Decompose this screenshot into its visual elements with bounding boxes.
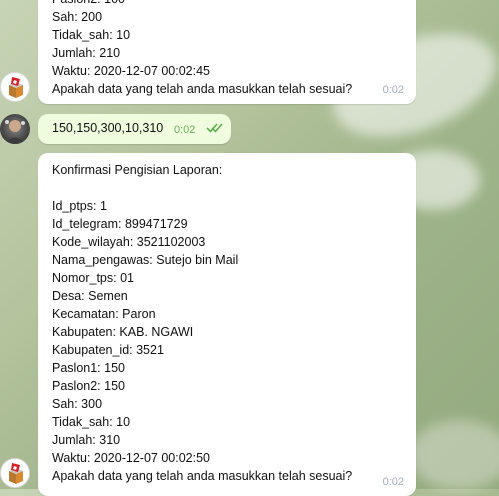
double-check-icon	[206, 122, 224, 137]
message-text: Konfirmasi Pengisian Laporan: Id_ptps: 1 I…	[52, 161, 352, 485]
message-line: Kabupaten: KAB. NGAWI	[52, 325, 194, 339]
reply-time: 0:02	[174, 124, 196, 136]
message-line: Sah: 300	[52, 397, 103, 411]
message-line: Apakah data yang telah anda masukkan tel…	[52, 82, 353, 96]
message-line: Sah: 200	[52, 10, 103, 24]
incoming-message[interactable]: Paslon2: 100 Sah: 200 Tidak_sah: 10 Jumlah:…	[38, 0, 416, 104]
ballot-box-logo-icon	[9, 463, 23, 484]
message-line: Waktu: 2020-12-07 00:02:45	[52, 64, 210, 78]
ballot-box-logo-icon	[9, 77, 23, 98]
message-line: Id_telegram: 899471729	[52, 217, 188, 231]
message-line	[52, 179, 352, 197]
message-line: Apakah data yang telah anda masukkan tel…	[52, 469, 353, 483]
message-line: Waktu: 2020-12-07 00:02:50	[52, 451, 210, 465]
message-line: Kode_wilayah: 3521102003	[52, 235, 206, 249]
message-line: Tidak_sah: 10	[52, 415, 131, 429]
message-time: 0:02	[382, 476, 404, 488]
bot-avatar[interactable]	[0, 72, 30, 102]
outgoing-message[interactable]: 150,150,300,10,310 0:02	[38, 114, 231, 144]
message-time: 0:02	[382, 84, 404, 96]
message-line: Id_ptps: 1	[52, 199, 107, 213]
incoming-message-confirmation[interactable]: Konfirmasi Pengisian Laporan: Id_ptps: 1 I…	[38, 153, 416, 496]
message-line: Paslon1: 150	[52, 361, 125, 375]
message-line: Desa: Semen	[52, 289, 128, 303]
message-line: Nomor_tps: 01	[52, 271, 134, 285]
message-line: Nama_pengawas: Sutejo bin Mail	[52, 253, 239, 267]
user-photo-avatar	[5, 120, 25, 144]
message-line: Jumlah: 210	[52, 46, 121, 60]
message-line: Konfirmasi Pengisian Laporan:	[52, 163, 223, 177]
message-line: Paslon2: 100	[52, 0, 352, 8]
message-line: Paslon2: 150	[52, 379, 125, 393]
message-text: Paslon2: 100 Sah: 200 Tidak_sah: 10 Jumlah:…	[52, 0, 352, 98]
reply-text: 150,150,300,10,310	[52, 121, 164, 135]
message-line: Kecamatan: Paron	[52, 307, 156, 321]
message-line: Tidak_sah: 10	[52, 28, 131, 42]
background-petal	[410, 420, 499, 490]
bot-avatar[interactable]	[0, 458, 30, 488]
message-line: Kabupaten_id: 3521	[52, 343, 164, 357]
user-avatar[interactable]	[0, 114, 30, 144]
message-line: Jumlah: 310	[52, 433, 121, 447]
